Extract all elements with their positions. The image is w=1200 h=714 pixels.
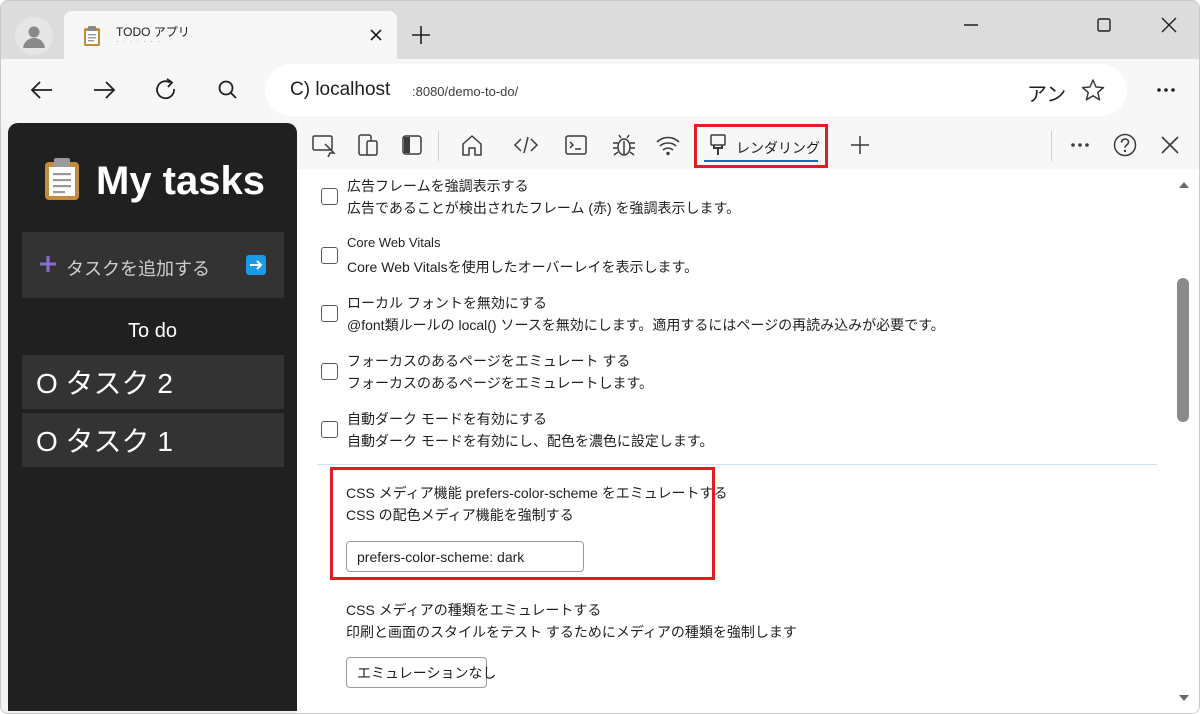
refresh-icon[interactable] xyxy=(152,76,180,104)
toolbar-separator xyxy=(438,131,439,161)
app-header: My tasks xyxy=(42,157,265,206)
submit-arrow-icon[interactable] xyxy=(246,255,266,275)
close-window-icon[interactable] xyxy=(1157,13,1181,37)
maximize-icon[interactable] xyxy=(1092,13,1116,37)
devtools-panel: レンダリング 広告フレームを強調表示する 広告であることが検出されたフレーム (… xyxy=(297,121,1199,713)
option-description: 広告であることが検出されたフレーム (赤) を強調表示します。 xyxy=(347,200,741,216)
forward-icon[interactable] xyxy=(90,76,118,104)
add-tool-icon[interactable] xyxy=(845,131,875,159)
help-icon[interactable] xyxy=(1110,131,1140,159)
media-type-description: 印刷と画面のスタイルをテスト するためにメディアの種類を強制します xyxy=(346,624,797,640)
tab-subtitle: · · · · · · · xyxy=(116,37,161,46)
emulate-focused-page-checkbox[interactable] xyxy=(321,363,338,380)
scroll-up-icon[interactable] xyxy=(1178,177,1190,195)
option-title: 広告フレームを強調表示する xyxy=(347,178,529,194)
welcome-home-icon[interactable] xyxy=(457,131,487,159)
task-item[interactable]: O タスク 1 xyxy=(22,413,284,467)
option-title: 自動ダーク モードを有効にする xyxy=(347,411,548,427)
clipboard-icon xyxy=(42,157,82,206)
console-icon[interactable] xyxy=(561,131,591,159)
highlight-box xyxy=(330,467,715,580)
task-label: O タスク 2 xyxy=(36,368,173,399)
plus-icon xyxy=(38,254,58,274)
sources-bug-icon[interactable] xyxy=(609,131,639,159)
scrollbar-thumb[interactable] xyxy=(1177,278,1189,422)
disable-local-fonts-checkbox[interactable] xyxy=(321,305,338,322)
profile-avatar-icon[interactable] xyxy=(15,17,53,55)
scroll-down-icon[interactable] xyxy=(1178,690,1190,708)
task-label: O タスク 1 xyxy=(36,426,173,457)
media-type-title: CSS メディアの種類をエミュレートする xyxy=(346,602,602,618)
devtools-toolbar: レンダリング xyxy=(297,121,1199,169)
favorite-star-icon[interactable] xyxy=(1080,77,1106,108)
inspect-element-icon[interactable] xyxy=(309,131,339,159)
clipboard-favicon-icon xyxy=(82,25,102,52)
option-description: Core Web Vitalsを使用したオーバーレイを表示します。 xyxy=(347,259,699,275)
option-title: フォーカスのあるページをエミュレート する xyxy=(347,353,631,369)
option-description: 自動ダーク モードを有効にし、配色を濃色に設定します。 xyxy=(347,433,714,449)
dock-side-icon[interactable] xyxy=(397,131,427,159)
section-divider xyxy=(317,464,1157,465)
search-icon[interactable] xyxy=(214,76,242,104)
task-item[interactable]: O タスク 2 xyxy=(22,355,284,409)
device-emulation-icon[interactable] xyxy=(353,131,383,159)
address-path: :8080/demo-to-do/ xyxy=(412,84,519,99)
network-wifi-icon[interactable] xyxy=(653,131,683,159)
back-icon[interactable] xyxy=(28,76,56,104)
highlight-box xyxy=(694,124,828,168)
tab-rendering[interactable]: レンダリング xyxy=(694,124,828,168)
option-description: @font類ルールの local() ソースを無効にします。適用するにはページの… xyxy=(347,317,945,333)
option-title: ローカル フォントを無効にする xyxy=(347,295,548,311)
more-menu-icon[interactable] xyxy=(1153,76,1181,104)
panel-scrollbar[interactable] xyxy=(1169,170,1199,713)
address-host: C) localhost xyxy=(290,79,391,100)
browser-window: TODO アプリ · · · · · · · C) localhost:808… xyxy=(0,0,1200,714)
read-aloud-language[interactable]: アン xyxy=(1027,78,1066,107)
elements-code-icon[interactable] xyxy=(511,131,541,159)
media-type-select[interactable]: エミュレーションなし xyxy=(346,657,496,688)
rendering-panel: 広告フレームを強調表示する 広告であることが検出されたフレーム (赤) を強調表… xyxy=(297,170,1167,713)
option-description: フォーカスのあるページをエミュレートします。 xyxy=(347,375,654,391)
app-title: My tasks xyxy=(96,159,265,203)
close-devtools-icon[interactable] xyxy=(1155,131,1185,159)
tab-close-icon[interactable] xyxy=(367,26,385,44)
ad-frames-checkbox[interactable] xyxy=(321,188,338,205)
option-title: Core Web Vitals xyxy=(347,235,441,250)
minimize-icon[interactable] xyxy=(959,13,983,37)
core-web-vitals-checkbox[interactable] xyxy=(321,247,338,264)
todo-app-pane: My tasks タスクを追加する To do O タスク 2 O タスク 1 xyxy=(8,123,297,711)
browser-toolbar: C) localhost :8080/demo-to-do/ アン xyxy=(1,59,1199,121)
todo-heading: To do xyxy=(128,320,177,342)
more-tools-icon[interactable] xyxy=(1065,131,1095,159)
add-task-placeholder: タスクを追加する xyxy=(66,259,210,279)
new-tab-icon[interactable] xyxy=(409,23,433,47)
tab-strip: TODO アプリ · · · · · · · xyxy=(1,1,1199,59)
toolbar-separator xyxy=(1051,131,1052,161)
address-bar[interactable]: C) localhost :8080/demo-to-do/ アン xyxy=(265,64,1127,116)
add-task-field[interactable]: タスクを追加する xyxy=(22,232,284,298)
auto-dark-mode-checkbox[interactable] xyxy=(321,421,338,438)
browser-tab[interactable]: TODO アプリ · · · · · · · xyxy=(64,11,397,59)
